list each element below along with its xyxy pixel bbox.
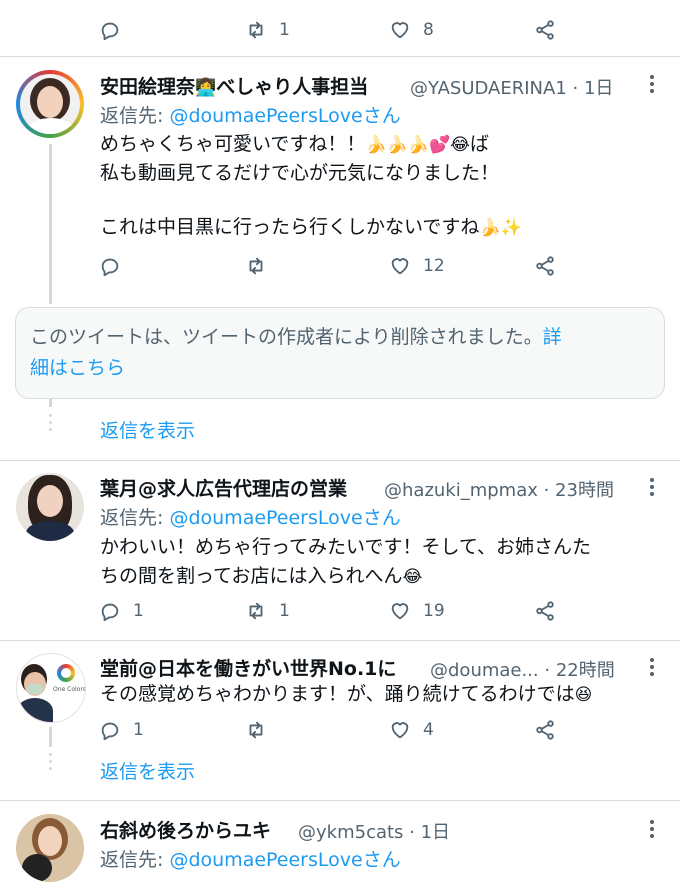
heart-icon	[391, 22, 409, 39]
grinning-squint-emoji: 😆	[574, 685, 593, 705]
reply-icon	[101, 722, 119, 741]
tweet-text-line: ちの間を割ってお店には入られへん😂	[100, 562, 422, 592]
thread-line	[49, 399, 52, 407]
show-replies-link[interactable]: 返信を表示	[100, 416, 195, 443]
thread-line	[49, 144, 52, 304]
reply-to-link[interactable]: @doumaePeersLoveさん	[169, 507, 400, 529]
reply-icon	[101, 258, 119, 277]
divider	[0, 800, 680, 801]
retweet-button[interactable]: 1	[245, 19, 290, 41]
share-button[interactable]	[534, 719, 556, 741]
like-count: 8	[423, 20, 434, 40]
share-icon	[536, 601, 554, 621]
laughing-emoji: 😂	[450, 135, 470, 155]
avatar[interactable]	[16, 814, 84, 882]
tweet-text-line: これは中目黒に行ったら行くしかないですね🍌✨	[100, 213, 522, 243]
share-icon	[536, 256, 554, 276]
like-button[interactable]: 12	[389, 255, 445, 277]
author-name[interactable]: 葉月@求人広告代理店の営業	[100, 474, 347, 501]
retweet-icon	[249, 257, 263, 275]
reply-to: 返信先: @doumaePeersLoveさん	[100, 849, 401, 871]
author-handle-time[interactable]: @YASUDAERINA1 · 1日	[410, 74, 613, 100]
thread-line	[49, 727, 52, 747]
hearts-emoji: 💕	[428, 135, 451, 155]
reply-icon	[101, 22, 119, 41]
deleted-notice-text: このツイートは、ツイートの作成者により削除されました。	[30, 326, 543, 348]
share-button[interactable]	[534, 255, 556, 277]
reply-to-link[interactable]: @doumaePeersLoveさん	[169, 849, 400, 871]
like-button[interactable]: 19	[389, 600, 445, 622]
heart-icon	[391, 603, 409, 620]
details-link[interactable]: 詳	[543, 326, 562, 348]
banana-emoji: 🍌	[479, 218, 501, 238]
details-link[interactable]: 細はこちら	[30, 357, 125, 379]
like-count: 4	[423, 720, 434, 740]
author-handle-time[interactable]: @ykm5cats · 1日	[298, 818, 450, 844]
reply-count: 1	[133, 720, 144, 740]
retweet-button[interactable]	[245, 719, 267, 741]
author-handle-time[interactable]: @hazuki_mpmax · 23時間	[384, 476, 614, 502]
author-name[interactable]: 安田絵理奈👩‍💻べしゃり人事担当	[100, 72, 368, 99]
reply-icon	[101, 603, 119, 622]
thread-dots	[49, 414, 52, 435]
avatar-logo-text: One Colors	[53, 686, 86, 693]
like-button[interactable]: 8	[389, 19, 434, 41]
avatar[interactable]: One Colors	[16, 653, 86, 723]
divider	[0, 460, 680, 461]
divider	[0, 640, 680, 641]
more-options-icon[interactable]	[649, 75, 655, 96]
more-options-icon[interactable]	[649, 658, 655, 679]
like-count: 19	[423, 601, 445, 621]
reply-to: 返信先: @doumaePeersLoveさん	[100, 105, 401, 127]
person-laptop-emoji: 👩‍💻	[195, 78, 217, 98]
avatar[interactable]	[16, 473, 84, 541]
retweet-button[interactable]: 1	[245, 600, 290, 622]
previous-tweet-tail	[100, 0, 660, 4]
reply-count: 1	[133, 601, 144, 621]
reply-button[interactable]	[99, 19, 121, 41]
tweet-text-line: かわいい！めちゃ行ってみたいです！そして、お姉さんた	[100, 536, 591, 558]
share-button[interactable]	[534, 19, 556, 41]
divider	[0, 56, 680, 57]
more-options-icon[interactable]	[649, 820, 655, 841]
tweet-text-line: その感覚めちゃわかります！が、踊り続けてるわけでは😆	[100, 680, 592, 710]
retweet-button[interactable]	[245, 255, 267, 277]
reply-to: 返信先: @doumaePeersLoveさん	[100, 507, 401, 529]
heart-icon	[391, 258, 409, 275]
deleted-tweet-notice: このツイートは、ツイートの作成者により削除されました。詳 細はこちら	[15, 307, 665, 399]
retweet-count: 1	[279, 20, 290, 40]
tweet-text-line: めちゃくちゃ可愛いですね！！🍌🍌🍌💕😂ば	[100, 130, 489, 160]
reply-button[interactable]: 1	[99, 719, 144, 741]
reply-button[interactable]	[99, 255, 121, 277]
like-button[interactable]: 4	[389, 719, 434, 741]
share-button[interactable]	[534, 600, 556, 622]
thread-dots	[49, 753, 52, 774]
heart-icon	[391, 722, 409, 739]
author-name[interactable]: 右斜め後ろからユキ	[100, 816, 271, 843]
retweet-icon	[249, 21, 263, 39]
retweet-icon	[249, 602, 263, 620]
share-icon	[536, 20, 554, 40]
author-handle-time[interactable]: @doumae... · 22時間	[430, 656, 615, 682]
banana-emoji: 🍌🍌🍌	[365, 135, 429, 155]
share-icon	[536, 720, 554, 740]
sparkles-emoji: ✨	[500, 218, 522, 238]
show-replies-link[interactable]: 返信を表示	[100, 757, 195, 784]
like-count: 12	[423, 256, 445, 276]
author-name[interactable]: 堂前@日本を働きがい世界No.1に	[100, 654, 396, 681]
reply-button[interactable]: 1	[99, 600, 144, 622]
reply-to-link[interactable]: @doumaePeersLoveさん	[169, 105, 400, 127]
laughing-emoji: 😂	[402, 567, 423, 587]
retweet-icon	[249, 721, 263, 739]
retweet-count: 1	[279, 601, 290, 621]
more-options-icon[interactable]	[649, 478, 655, 499]
tweet-text-line: 私も動画見てるだけで心が元気になりました！	[100, 162, 500, 184]
avatar[interactable]	[16, 70, 84, 138]
